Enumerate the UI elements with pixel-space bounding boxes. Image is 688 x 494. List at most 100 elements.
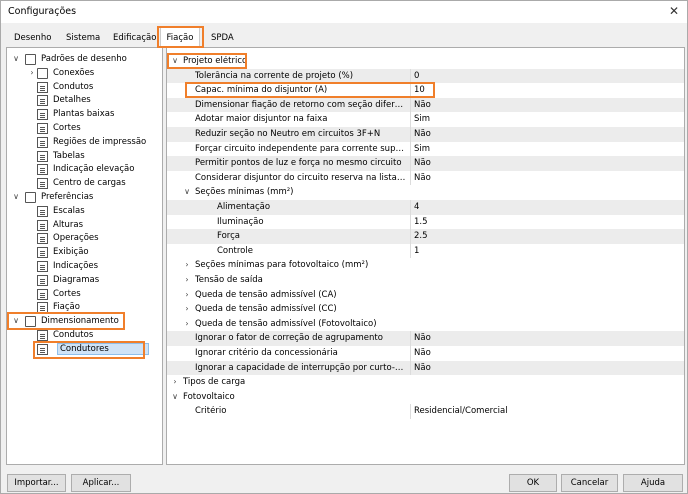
property-row[interactable]: Reduzir seção no Neutro em circuitos 3F+… [167,127,684,142]
tree-item[interactable]: Regiões de impressão [7,136,162,150]
tree-item[interactable]: Centro de cargas [7,177,162,191]
property-row[interactable]: Permitir pontos de luz e força no mesmo … [167,156,684,171]
property-row[interactable]: Capac. mínima do disjuntor (A) 10 [167,83,684,98]
property-row[interactable]: Ignorar a capacidade de interrupção por … [167,360,684,376]
property-row[interactable]: Considerar disjuntor do circuito reserva… [167,170,684,186]
settings-page-icon [37,109,48,121]
settings-page-icon [37,150,48,162]
chevron-down-icon[interactable]: ∨ [11,54,21,63]
folder-icon [25,54,36,65]
tree-item[interactable]: Condutores [7,342,162,357]
tab-fiacao[interactable]: Fiação [160,27,200,47]
property-row[interactable]: Força 2.5 [167,229,684,244]
tab-spda[interactable]: SPDA [211,29,234,47]
property-name: Reduzir seção no Neutro em circuitos 3F+… [195,129,381,139]
property-name: Alimentação [217,202,271,212]
tree-item-label: Fiação [53,302,80,313]
property-value[interactable]: Não [414,348,431,358]
chevron-down-icon[interactable]: ∨ [170,56,180,65]
close-icon[interactable]: ✕ [669,4,679,18]
window-title: Configurações [8,6,77,17]
tree-item[interactable]: Cortes [7,122,162,136]
property-category[interactable]: › Tensão de saída [167,273,684,288]
property-category[interactable]: › Seções mínimas para fotovoltaico (mm²) [167,258,684,273]
help-button[interactable]: Ajuda [623,474,683,492]
chevron-right-icon[interactable]: › [182,275,192,284]
property-category[interactable]: ∨ Seções mínimas (mm²) [167,185,684,200]
property-row[interactable]: Ignorar critério da concessionária Não [167,346,684,361]
property-row[interactable]: Forçar circuito independente para corren… [167,141,684,157]
tab-edificacao[interactable]: Edificação [113,29,156,47]
folder-icon [25,192,36,203]
property-value[interactable]: 1.5 [414,217,428,227]
property-row[interactable]: Tolerância na corrente de projeto (%) 0 [167,68,684,84]
property-value[interactable]: Não [414,100,431,110]
chevron-down-icon[interactable]: ∨ [182,187,192,196]
tree-item[interactable]: Tabelas [7,150,162,164]
property-value[interactable]: 10 [414,85,425,95]
property-category[interactable]: ∨ Projeto elétrico [167,54,684,69]
ok-button[interactable]: OK [509,474,557,492]
property-value[interactable]: 4 [414,202,419,212]
property-value[interactable]: 1 [414,246,419,256]
tree-item[interactable]: Diagramas [7,274,162,288]
property-category[interactable]: › Queda de tensão admissível (Fotovoltaic… [167,316,684,332]
property-category[interactable]: ∨ Fotovoltaico [167,389,684,405]
tree-item[interactable]: Condutos [7,81,162,95]
tree-item[interactable]: ∨ Dimensionamento [7,315,162,329]
tree-item[interactable]: ∨ Padrões de desenho [7,53,162,67]
tree-item[interactable]: Cortes [7,288,162,302]
chevron-right-icon[interactable]: › [27,68,37,77]
chevron-right-icon[interactable]: › [182,304,192,313]
property-row[interactable]: Critério Residencial/Comercial [167,404,684,419]
tree-item-label: Detalhes [53,95,91,106]
tab-sistema[interactable]: Sistema [66,29,100,47]
property-row[interactable]: Iluminação 1.5 [167,214,684,230]
property-value[interactable]: Não [414,158,431,168]
settings-page-icon [37,274,48,286]
tree-item[interactable]: Escalas [7,205,162,219]
tree-item[interactable]: Detalhes [7,94,162,108]
chevron-right-icon[interactable]: › [182,260,192,269]
property-value[interactable]: 0 [414,71,419,81]
chevron-right-icon[interactable]: › [182,290,192,299]
property-category[interactable]: › Queda de tensão admissível (CA) [167,287,684,303]
tree-item[interactable]: Operações [7,232,162,246]
tree-item[interactable]: Condutos [7,329,162,343]
property-value[interactable]: Não [414,363,431,373]
tree-item[interactable]: ∨ Preferências [7,191,162,205]
apply-button[interactable]: Aplicar... [71,474,131,492]
tree-item[interactable]: Indicação elevação [7,163,162,177]
tree-item[interactable]: Indicações [7,260,162,274]
property-row[interactable]: Dimensionar fiação de retorno com seção … [167,97,684,113]
chevron-down-icon[interactable]: ∨ [11,192,21,201]
chevron-down-icon[interactable]: ∨ [170,392,180,401]
tree-item[interactable]: Fiação [7,301,162,315]
property-row[interactable]: Adotar maior disjuntor na faixa Sim [167,112,684,127]
tab-desenho[interactable]: Desenho [14,29,51,47]
property-row[interactable]: Controle 1 [167,243,684,259]
tree-item-label: Indicação elevação [53,164,135,175]
property-value[interactable]: Sim [414,114,430,124]
property-row[interactable]: Ignorar o fator de correção de agrupamen… [167,331,684,346]
property-value[interactable]: Não [414,129,431,139]
property-value[interactable]: Não [414,173,431,183]
column-divider [410,360,411,376]
chevron-right-icon[interactable]: › [170,377,180,386]
column-divider [410,156,411,171]
property-value[interactable]: 2.5 [414,231,428,241]
tree-item[interactable]: › Conexões [7,67,162,81]
property-value[interactable]: Não [414,333,431,343]
import-button[interactable]: Importar... [7,474,66,492]
tree-item[interactable]: Plantas baixas [7,108,162,122]
tree-item[interactable]: Exibição [7,246,162,260]
cancel-button[interactable]: Cancelar [561,474,618,492]
property-category[interactable]: › Queda de tensão admissível (CC) [167,302,684,317]
tree-item[interactable]: Alturas [7,219,162,233]
property-category[interactable]: › Tipos de carga [167,375,684,390]
property-value[interactable]: Sim [414,144,430,154]
chevron-right-icon[interactable]: › [182,319,192,328]
chevron-down-icon[interactable]: ∨ [11,316,21,325]
property-value[interactable]: Residencial/Comercial [414,406,508,416]
property-row[interactable]: Alimentação 4 [167,200,684,215]
